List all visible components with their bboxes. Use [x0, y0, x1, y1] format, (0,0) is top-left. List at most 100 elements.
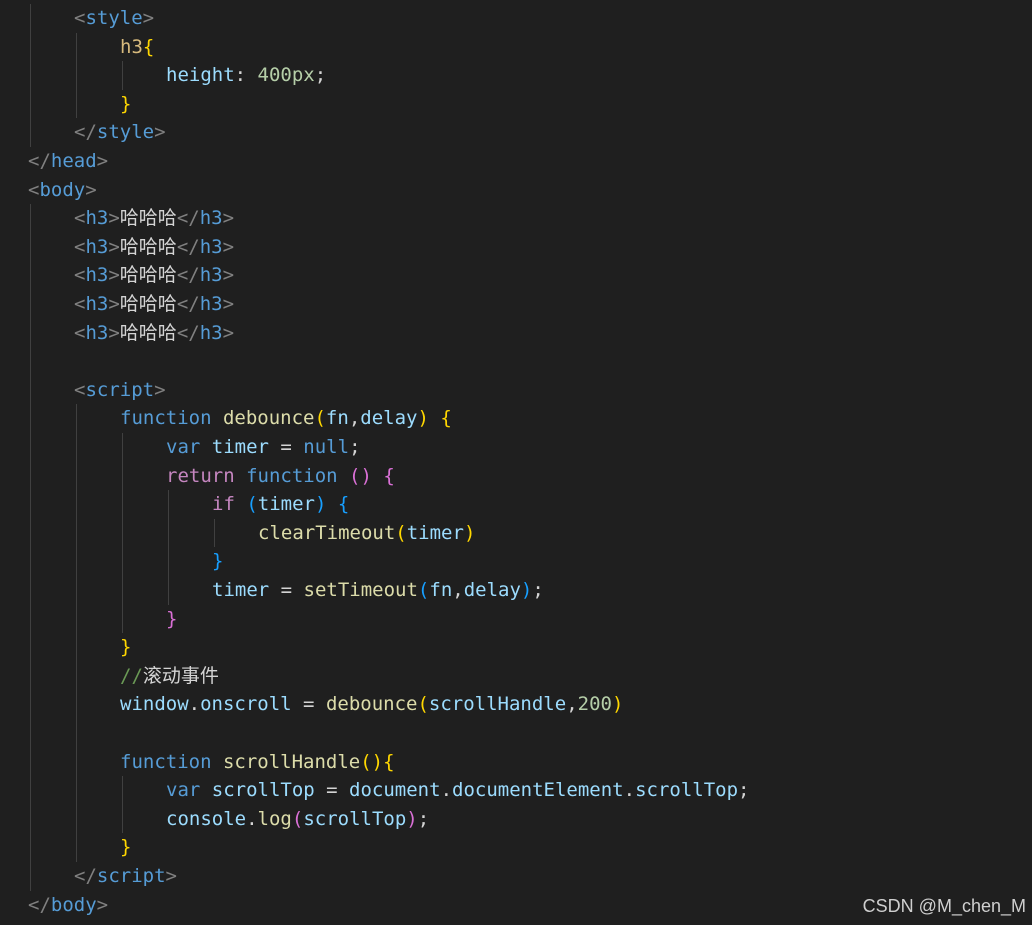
code-token: h3	[85, 235, 109, 258]
code-token: </	[176, 293, 200, 315]
code-token: scrollTop	[211, 779, 315, 802]
code-token: scrollHandle	[428, 693, 567, 716]
code-token: >	[154, 378, 166, 401]
code-token: >	[108, 293, 120, 315]
code-token: >	[96, 893, 109, 916]
code-token: onscroll	[200, 693, 292, 716]
code-token: </	[74, 121, 97, 144]
code-token: style	[96, 121, 155, 144]
code-token: </	[176, 321, 200, 344]
code-token: <	[28, 178, 40, 201]
code-token: )	[463, 521, 476, 544]
code-line: height: 400px;	[0, 61, 1032, 89]
code-token: debounce	[222, 407, 315, 430]
code-token: <	[74, 207, 86, 230]
code-token: </	[28, 150, 51, 172]
code-token: .	[246, 807, 258, 830]
code-token: 哈哈哈	[119, 321, 177, 344]
code-token: >	[222, 207, 235, 230]
code-token: timer	[211, 436, 269, 458]
code-token: <	[74, 378, 86, 401]
code-token: delay	[463, 579, 521, 601]
code-line: <h3>哈哈哈</h3>	[0, 261, 1032, 289]
code-token: timer	[212, 579, 270, 601]
code-token: )	[611, 693, 624, 716]
code-token: head	[50, 150, 97, 172]
code-token: ;	[349, 436, 361, 458]
code-line: <script>	[0, 376, 1032, 404]
code-line: timer = setTimeout(fn,delay);	[0, 576, 1032, 604]
code-token: }	[120, 636, 132, 659]
code-token: delay	[360, 407, 418, 430]
code-token: (	[417, 693, 429, 716]
code-token: =	[291, 693, 326, 716]
code-token: 哈哈哈	[119, 264, 177, 287]
code-token: body	[50, 893, 97, 916]
code-token: fn	[429, 579, 453, 601]
code-token: <	[74, 321, 86, 344]
code-token: var	[166, 779, 212, 802]
code-line: </script>	[0, 862, 1032, 890]
code-line: console.log(scrollTop);	[0, 805, 1032, 833]
code-line: <h3>哈哈哈</h3>	[0, 290, 1032, 318]
code-token: >	[142, 7, 155, 29]
code-token: null	[303, 436, 350, 458]
code-token: h3	[85, 293, 109, 315]
code-token: ,	[566, 693, 578, 716]
code-token: scrollHandle	[222, 750, 361, 773]
code-token: function	[120, 750, 223, 773]
code-token: </	[74, 865, 97, 887]
code-token: )	[406, 807, 418, 830]
code-line: h3{	[0, 33, 1032, 61]
code-token: 滚动事件	[142, 664, 219, 687]
code-token: (	[246, 493, 258, 516]
code-line: //滚动事件	[0, 662, 1032, 690]
code-token: h3	[199, 293, 223, 315]
code-token: >	[108, 207, 120, 230]
code-token: (	[314, 407, 326, 430]
code-token: ()	[349, 464, 372, 487]
code-token: script	[96, 865, 166, 887]
code-token: script	[85, 378, 155, 401]
code-token: body	[39, 178, 86, 201]
code-token: {	[440, 407, 452, 430]
code-token: >	[222, 264, 235, 287]
code-token: var	[166, 436, 212, 458]
code-line: function scrollHandle(){	[0, 748, 1032, 776]
code-token: >	[108, 321, 120, 344]
code-token: height	[166, 64, 235, 87]
code-token: log	[257, 807, 292, 830]
code-token: }	[120, 836, 132, 859]
code-token: >	[96, 150, 109, 172]
code-token: h3	[199, 235, 223, 258]
code-token: </	[176, 207, 200, 230]
code-token: <	[74, 7, 86, 29]
code-line: <h3>哈哈哈</h3>	[0, 233, 1032, 261]
code-token: (){	[360, 750, 395, 773]
code-token: style	[85, 7, 143, 29]
code-token: //	[120, 664, 143, 687]
code-line: if (timer) {	[0, 490, 1032, 518]
code-line: }	[0, 833, 1032, 861]
code-token: >	[108, 264, 120, 287]
code-editor[interactable]: <style> h3{height: 400px;} </style> </head>…	[0, 0, 1032, 925]
code-line: <body>	[0, 176, 1032, 204]
code-token: >	[108, 235, 120, 258]
code-token: =	[314, 779, 350, 802]
code-token: </	[28, 893, 51, 916]
code-line: </style>	[0, 118, 1032, 146]
code-token: 哈哈哈	[119, 293, 177, 315]
code-token: ,	[452, 579, 464, 601]
code-token: 200	[577, 693, 612, 716]
code-line: <style>	[0, 4, 1032, 32]
code-token: setTimeout	[303, 579, 418, 601]
code-token: h3	[199, 264, 223, 287]
code-line: }	[0, 633, 1032, 661]
code-line: var timer = null;	[0, 433, 1032, 461]
code-token: clearTimeout	[258, 521, 396, 544]
code-token: document	[349, 779, 441, 802]
